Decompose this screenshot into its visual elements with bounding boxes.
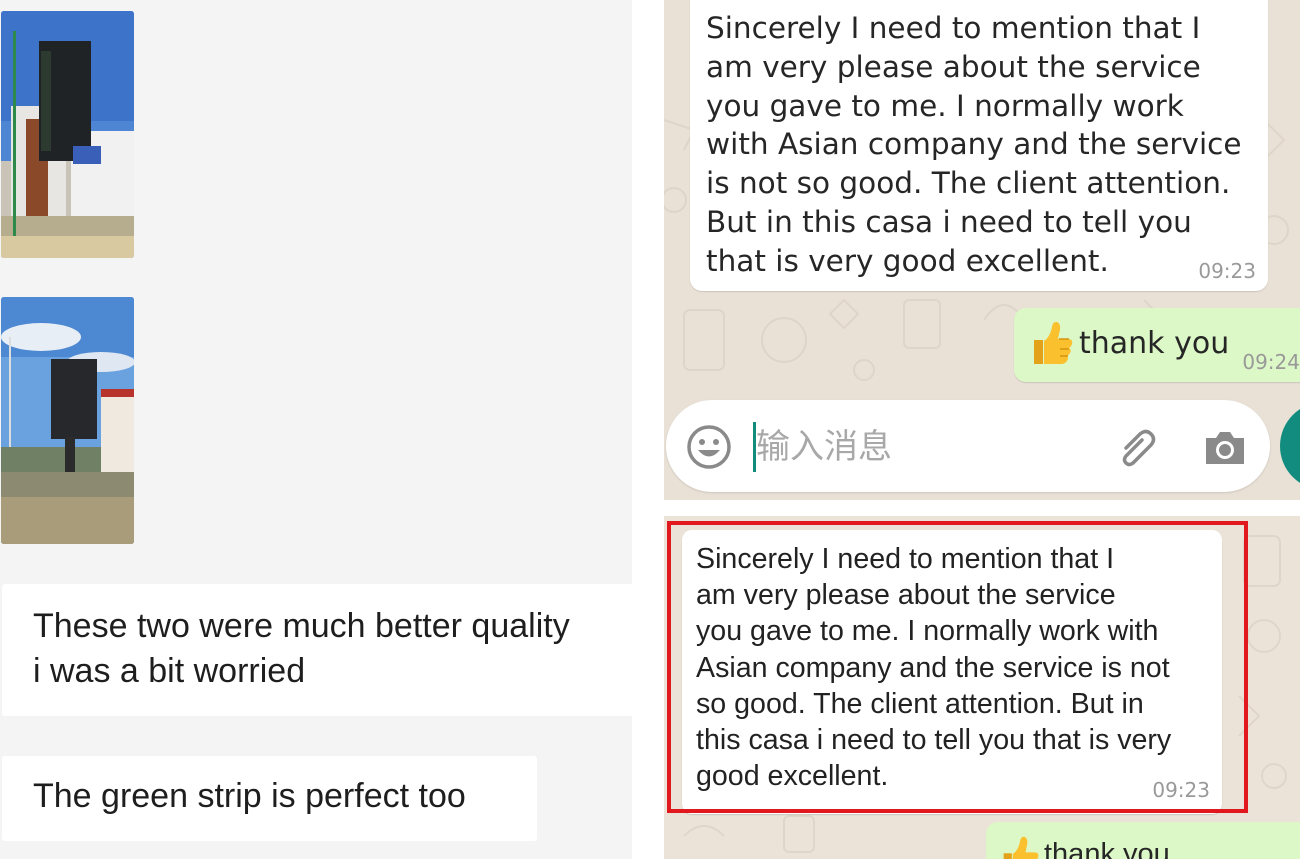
message-composer — [666, 400, 1270, 492]
smiley-icon[interactable] — [686, 424, 732, 475]
outgoing-message-bubble-lower: thank you — [986, 822, 1300, 859]
highlighted-chat-panel: Sincerely I need to mention that I am ve… — [664, 516, 1300, 859]
billboard-photo-1-image — [1, 11, 134, 258]
message-bubble-green-strip: The green strip is perfect too — [2, 756, 537, 841]
incoming-message-time: 09:23 — [1198, 259, 1256, 283]
incoming-message-text: Sincerely I need to mention that I am ve… — [706, 11, 1242, 278]
red-highlight-box — [667, 521, 1248, 813]
outgoing-message-bubble: thank you 09:24 — [1014, 308, 1300, 382]
paperclip-icon[interactable] — [1112, 424, 1158, 475]
message-line: These two were much better quality — [33, 607, 570, 645]
billboard-photo-2-image — [1, 297, 134, 544]
thumbs-up-icon — [1000, 834, 1040, 859]
message-line: i was a bit worried — [33, 652, 306, 690]
outgoing-message-text: thank you — [1079, 326, 1230, 361]
thumbs-up-icon — [1030, 320, 1074, 371]
message-line: The green strip is perfect too — [33, 777, 466, 815]
message-input[interactable] — [756, 420, 1086, 474]
message-bubble-quality: These two were much better quality i was… — [2, 584, 632, 716]
photo-billboard-1[interactable] — [1, 11, 134, 258]
whatsapp-chat-panel: Sincerely I need to mention that I am ve… — [664, 0, 1300, 500]
camera-icon[interactable] — [1202, 424, 1248, 475]
incoming-message-bubble: Sincerely I need to mention that I am ve… — [690, 0, 1268, 291]
left-chat-panel: These two were much better quality i was… — [0, 0, 632, 859]
outgoing-message-text-lower: thank you — [1044, 838, 1170, 859]
photo-billboard-2[interactable] — [1, 297, 134, 544]
outgoing-message-time: 09:24 — [1242, 350, 1300, 374]
